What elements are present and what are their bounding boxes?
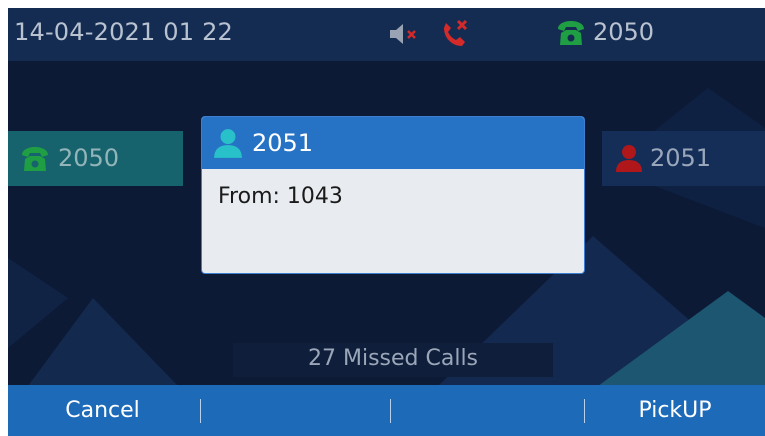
softkey-bar: Cancel PickUP xyxy=(8,385,765,436)
phone-screen: 14-04-2021 01 22 2050 2050 2051 2051 Fro… xyxy=(8,8,765,436)
cancel-button[interactable]: Cancel xyxy=(8,385,197,436)
account-label: 2050 xyxy=(58,144,120,172)
date-time: 14-04-2021 01 22 xyxy=(14,18,234,46)
incoming-call-dialog: 2051 From: 1043 xyxy=(201,116,585,274)
user-icon xyxy=(214,129,242,158)
phone-icon xyxy=(558,21,584,45)
speaker-muted-icon xyxy=(390,24,416,44)
missed-call-icon xyxy=(444,19,468,46)
softkey-2-button[interactable] xyxy=(201,385,390,436)
account-line-2050[interactable]: 2050 xyxy=(8,131,183,186)
missed-calls-notice[interactable]: 27 Missed Calls xyxy=(233,343,553,377)
missed-calls-text: 27 Missed Calls xyxy=(307,346,479,371)
user-icon xyxy=(616,145,642,172)
caller-from-text: From: 1043 xyxy=(218,184,343,209)
phone-icon xyxy=(22,147,48,171)
pickup-button[interactable]: PickUP xyxy=(585,385,765,436)
dialog-title: 2051 xyxy=(252,129,314,157)
dialog-header: 2051 xyxy=(202,117,584,169)
line-label: 2050 xyxy=(593,18,655,46)
status-bar: 14-04-2021 01 22 2050 xyxy=(8,8,765,61)
softkey-3-button[interactable] xyxy=(391,385,580,436)
account-label: 2051 xyxy=(650,144,712,172)
account-line-2051[interactable]: 2051 xyxy=(602,131,765,186)
